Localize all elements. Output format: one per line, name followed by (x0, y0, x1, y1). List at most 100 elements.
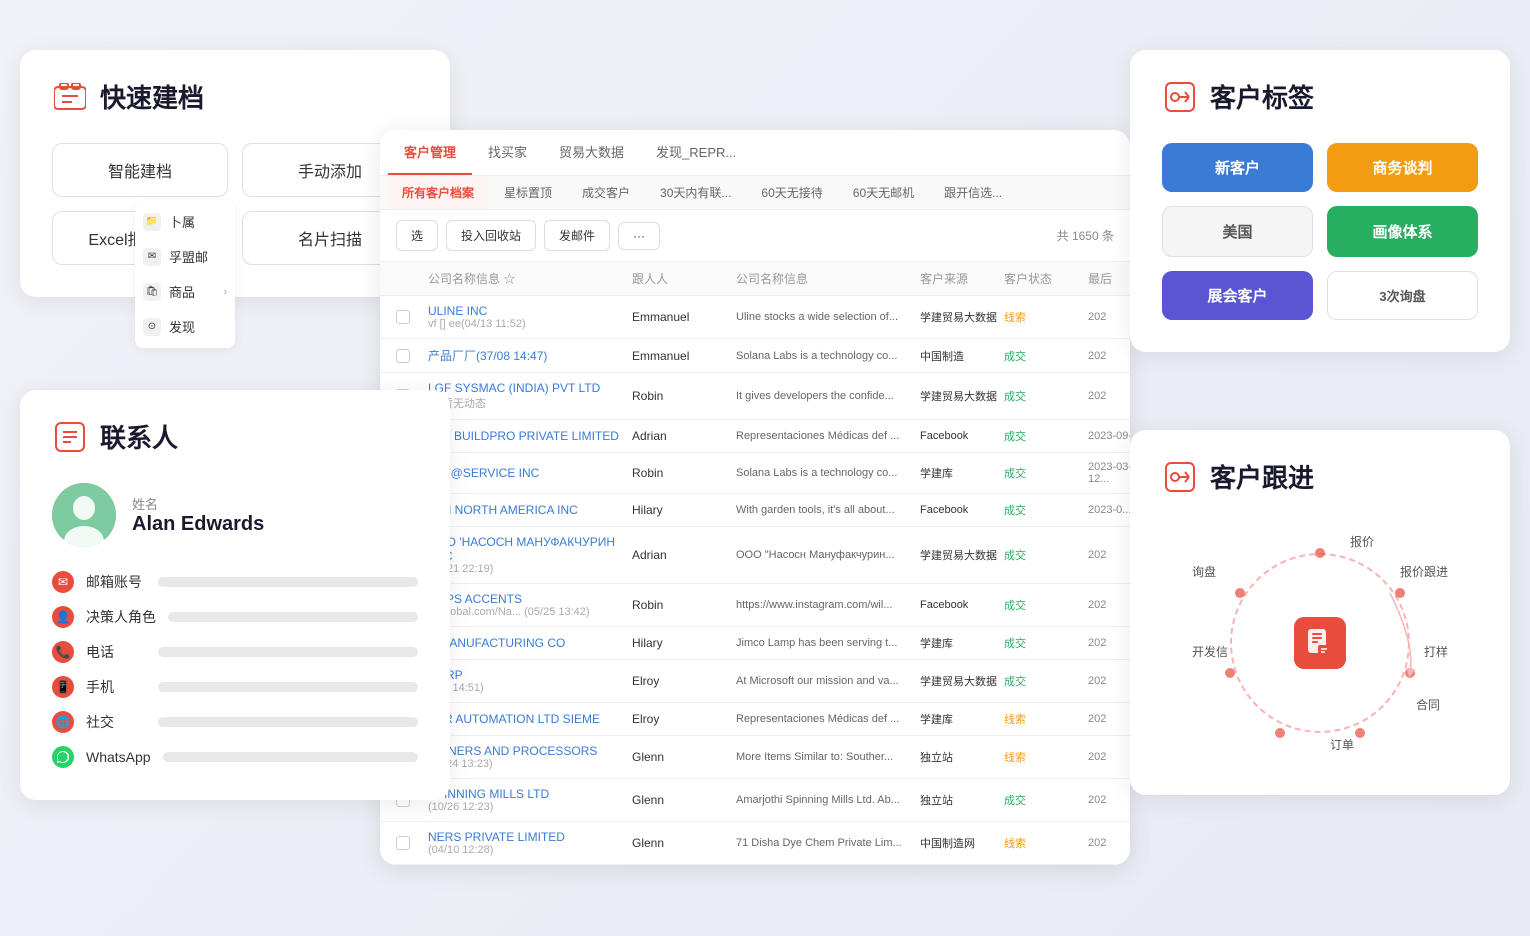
table-main-tabs: 客户管理 找买家 贸易大数据 发现_REPR... (380, 130, 1130, 176)
table-total-count: 共 1650 条 (1057, 227, 1114, 244)
tag-new-customer[interactable]: 新客户 (1162, 143, 1313, 192)
row-company: IISN NORTH AMERICA INC (428, 503, 628, 517)
tab-trade-bigdata[interactable]: 贸易大数据 (543, 130, 640, 175)
toolbar-more-btn[interactable]: ··· (618, 222, 660, 250)
table-row[interactable]: ULINE INC vf [] ee(04/13 11:52) Emmanuel… (380, 296, 1130, 339)
row-desc: With garden tools, it's all about... (736, 504, 916, 516)
row-company: LGF SYSMAC (INDIA) PVT LTD ② 暂无动态 (428, 381, 628, 411)
table-row[interactable]: F&F BUILDPRO PRIVATE LIMITED Adrian Repr… (380, 420, 1130, 453)
tag-portrait-system[interactable]: 画像体系 (1327, 206, 1478, 257)
role-label: 决策人角色 (86, 607, 156, 627)
field-mobile: 📱 手机 (52, 676, 418, 698)
table-row[interactable]: CORP 1/19 14:51) Elroy At Microsoft our … (380, 660, 1130, 703)
contact-title: 联系人 (100, 418, 178, 455)
row-source: 学建贸易大数据 (920, 309, 1000, 325)
social-icon: 🌐 (52, 711, 74, 733)
subtab-deal[interactable]: 成交客户 (568, 176, 644, 209)
toolbar-send-email-btn[interactable]: 发邮件 (544, 220, 610, 251)
sidebar-label-mail: 孚盟邮 (169, 247, 208, 266)
mobile-value-bar (158, 682, 418, 692)
goods-icon: 🛍 (143, 283, 161, 301)
toolbar-recycle-btn[interactable]: 投入回收站 (446, 220, 536, 251)
contact-name-wrap: 姓名 Alan Edwards (132, 494, 264, 536)
tab-discover[interactable]: 发现_REPR... (640, 130, 752, 175)
table-row[interactable]: PINNERS AND PROCESSORS (11/24 13:23) Gle… (380, 736, 1130, 779)
sidebar-item-discover[interactable]: ⊙ 发现 (143, 317, 227, 336)
row-status: 成交 (1004, 597, 1084, 613)
row-checkbox[interactable] (396, 310, 424, 324)
smart-archive-button[interactable]: 智能建档 (52, 143, 228, 197)
role-value-bar (168, 612, 418, 622)
table-row[interactable]: 产品厂厂(37/08 14:47) Emmanuel Solana Labs i… (380, 339, 1130, 373)
row-status: 线索 (1004, 749, 1084, 765)
quick-archive-header: 快速建档 (52, 78, 418, 115)
contact-fields: ✉ 邮箱账号 👤 决策人角色 📞 电话 📱 手机 🌐 社交 (52, 571, 418, 768)
mobile-icon: 📱 (52, 676, 74, 698)
row-source: 中国制造网 (920, 835, 1000, 851)
col-status: 客户状态 (1004, 270, 1084, 287)
contact-header: 联系人 (52, 418, 418, 455)
tab-find-buyer[interactable]: 找买家 (472, 130, 543, 175)
mail-icon: ✉ (143, 248, 161, 266)
row-source: Facebook (920, 504, 1000, 516)
avatar (52, 483, 116, 547)
row-status: 线索 (1004, 835, 1084, 851)
tag-exhibition-customer[interactable]: 展会客户 (1162, 271, 1313, 320)
row-desc: Solana Labs is a technology co... (736, 467, 916, 479)
table-row[interactable]: IES @SERVICE INC Robin Solana Labs is a … (380, 453, 1130, 494)
tag-3-inquiries[interactable]: 3次询盘 (1327, 271, 1478, 320)
sidebar-item-folder[interactable]: 📁 卜属 (143, 212, 227, 231)
tag-usa[interactable]: 美国 (1162, 206, 1313, 257)
table-row[interactable]: VER AUTOMATION LTD SIEME Elroy Represent… (380, 703, 1130, 736)
row-owner: Robin (632, 389, 732, 403)
subtab-star[interactable]: 星标置顶 (490, 176, 566, 209)
table-row[interactable]: & MANUFACTURING CO Hilary Jimco Lamp has… (380, 627, 1130, 660)
row-checkbox[interactable] (396, 836, 424, 850)
contact-card: 联系人 姓名 Alan Edwards ✉ 邮箱账号 👤 (20, 390, 450, 800)
table-row[interactable]: LGF SYSMAC (INDIA) PVT LTD ② 暂无动态 Robin … (380, 373, 1130, 420)
table-row[interactable]: NERS PRIVATE LIMITED (04/10 12:28) Glenn… (380, 822, 1130, 865)
row-owner: Robin (632, 598, 732, 612)
subtab-30days[interactable]: 30天内有联... (646, 176, 745, 209)
subtab-60days-no-mail[interactable]: 60天无邮机 (839, 176, 928, 209)
goods-expand-icon: › (223, 286, 227, 298)
sidebar-item-goods[interactable]: 🛍 商品 › (143, 282, 227, 301)
folder-icon: 📁 (143, 213, 161, 231)
customer-table-card: 客户管理 找买家 贸易大数据 发现_REPR... 所有客户档案 星标置顶 成交… (380, 130, 1130, 865)
col-company: 公司名称信息 ☆ (428, 270, 628, 287)
table-row[interactable]: SPINNING MILLS LTD (10/26 12:23) Glenn A… (380, 779, 1130, 822)
subtab-filter[interactable]: 跟开信选... (930, 176, 1016, 209)
table-row[interactable]: ООО 'НАСОСН МАНУФАКЧУРИН PVC (03/21 22:1… (380, 527, 1130, 584)
row-status: 成交 (1004, 428, 1084, 444)
sidebar-partial: 📁 卜属 ✉ 孚盟邮 🛍 商品 › ⊙ 发现 (135, 200, 235, 348)
table-row[interactable]: AMPS ACCENTS @Global.com/Na... (05/25 13… (380, 584, 1130, 627)
cycle-diagram: 报价 报价跟进 打样 合同 订单 开发信 询盘 (1190, 523, 1450, 763)
subtab-all[interactable]: 所有客户档案 (388, 176, 488, 209)
row-date: 2023-0... (1088, 504, 1130, 516)
tags-title: 客户标签 (1210, 78, 1314, 115)
row-date: 202 (1088, 390, 1130, 402)
row-owner: Hilary (632, 503, 732, 517)
row-source: 中国制造 (920, 348, 1000, 364)
row-date: 2023-09-13 1... (1088, 430, 1130, 442)
row-company: ООО 'НАСОСН МАНУФАКЧУРИН PVC (03/21 22:1… (428, 535, 628, 575)
row-status: 成交 (1004, 388, 1084, 404)
page-wrapper: 快速建档 智能建档 手动添加 Excel批量导入 名片扫描 📁 卜属 ✉ 孚盟邮… (0, 0, 1530, 936)
subtab-60days-no-contact[interactable]: 60天无接待 (747, 176, 836, 209)
row-status: 成交 (1004, 673, 1084, 689)
table-row[interactable]: IISN NORTH AMERICA INC Hilary With garde… (380, 494, 1130, 527)
tag-business-negotiation[interactable]: 商务谈判 (1327, 143, 1478, 192)
row-desc: Uline stocks a wide selection of... (736, 311, 916, 323)
row-checkbox[interactable] (396, 349, 424, 363)
toolbar-select-btn[interactable]: 选 (396, 220, 438, 251)
tab-customer-manage[interactable]: 客户管理 (388, 130, 472, 175)
row-date: 202 (1088, 350, 1130, 362)
sidebar-item-mail[interactable]: ✉ 孚盟邮 (143, 247, 227, 266)
row-owner: Glenn (632, 750, 732, 764)
row-desc: https://www.instagram.com/wil... (736, 599, 916, 611)
row-desc: It gives developers the confide... (736, 390, 916, 402)
row-desc: Solana Labs is a technology co... (736, 350, 916, 362)
tags-header: 客户标签 (1162, 78, 1478, 115)
row-source: 学建贸易大数据 (920, 388, 1000, 404)
social-value-bar (158, 717, 418, 727)
